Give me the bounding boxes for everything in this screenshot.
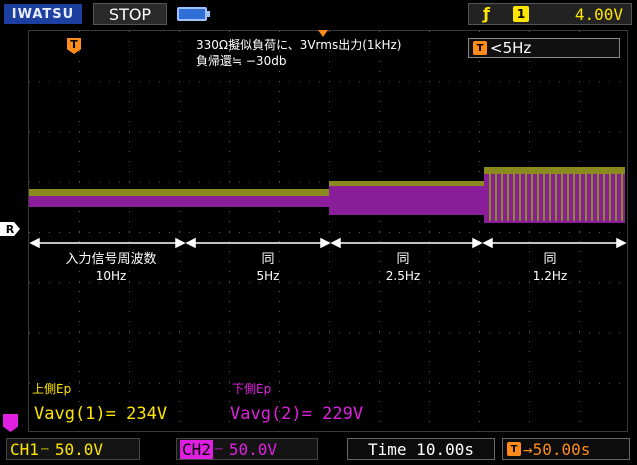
arrow-right-icon <box>175 237 186 249</box>
ch1-trace-burst <box>561 171 563 221</box>
rising-edge-icon: ƒ <box>483 4 490 23</box>
segment-label-2: 同 5Hz <box>228 252 308 284</box>
annotation-line-2: 負帰還≒ −30db <box>196 54 287 68</box>
segment-title: 同 <box>261 252 275 267</box>
trigger-level: 4.00V <box>574 5 623 24</box>
ch1-trace <box>29 189 329 197</box>
ch1-trace-burst <box>531 171 533 221</box>
annotation-line-1: 330Ω擬似負荷に、3Vrms出力(1kHz) <box>196 38 402 52</box>
segment-label-1: 入力信号周波数 10Hz <box>52 252 170 284</box>
ch2-scale-box[interactable]: CH2 ⎓ 50.0V <box>176 438 318 460</box>
ch1-trace-burst <box>501 171 503 221</box>
segment-frequency: 5Hz <box>256 269 280 283</box>
ch1-trace-burst <box>579 171 581 221</box>
arrow-left-icon <box>29 237 40 249</box>
waveform-display[interactable] <box>28 30 628 432</box>
arrow-right-icon <box>616 237 627 249</box>
ch1-scale-box[interactable]: CH1 ⎓ 50.0V <box>6 438 140 460</box>
ch2-label: CH2 <box>180 439 213 459</box>
ch2-trace <box>329 186 484 215</box>
run-stop-indicator[interactable]: STOP <box>93 3 167 25</box>
ch1-trace-burst <box>621 171 623 221</box>
upper-ep-label: 上側Ep <box>32 382 72 396</box>
dc-coupling-icon: ⎓ <box>214 443 223 455</box>
vavg-ch1-readout: Vavg(1)= 234V <box>34 404 168 424</box>
arrow-left-icon <box>185 237 196 249</box>
segment-frequency: 2.5Hz <box>385 269 421 283</box>
trigger-source: 1 <box>513 6 529 22</box>
segment-title: 同 <box>396 252 410 267</box>
ch1-trace-burst <box>591 171 593 221</box>
ch1-trace-burst <box>609 171 611 221</box>
ch2-ground-marker[interactable] <box>3 414 18 432</box>
ch1-trace-burst <box>615 171 617 221</box>
reference-marker[interactable]: R <box>0 222 20 236</box>
trigger-icon: T <box>507 442 521 456</box>
ch1-trace-burst <box>549 171 551 221</box>
ch1-trace-burst <box>555 171 557 221</box>
top-status-bar: IWATSU STOP ƒ 1 4.00V <box>0 0 637 30</box>
arrow-right-icon <box>472 237 483 249</box>
ch2-scale: 50.0V <box>228 439 278 459</box>
bottom-status-bar: CH1 ⎓ 50.0V CH2 ⎓ 50.0V Time 10.00s T → … <box>0 435 637 465</box>
lower-ep-label: 下側Ep <box>232 382 272 396</box>
ch1-scale: 50.0V <box>54 439 104 459</box>
segment-label-4: 同 1.2Hz <box>510 252 590 284</box>
arrow-left-icon <box>482 237 493 249</box>
arrow-left-icon <box>330 237 341 249</box>
vavg-ch2-readout: Vavg(2)= 229V <box>230 404 364 424</box>
segment-title: 入力信号周波数 <box>65 252 157 267</box>
dc-coupling-icon: ⎓ <box>40 443 49 455</box>
ch1-trace-burst <box>567 171 569 221</box>
horizontal-position-readout[interactable]: T → 50.00s <box>502 438 630 460</box>
trigger-frequency-readout: T <5Hz <box>468 38 620 58</box>
ch1-trace-burst <box>519 171 521 221</box>
ch1-trace-burst <box>489 171 491 221</box>
ch1-trace-burst <box>507 171 509 221</box>
ch2-trace <box>29 196 329 207</box>
trigger-status[interactable]: ƒ 1 4.00V <box>468 3 632 25</box>
brand-logo: IWATSU <box>4 4 82 24</box>
right-arrow-icon: → <box>523 439 533 459</box>
ch1-trace-burst <box>603 171 605 221</box>
annotation-text: 330Ω擬似負荷に、3Vrms出力(1kHz) 負帰還≒ −30db <box>196 37 402 69</box>
ch1-label: CH1 <box>10 439 39 459</box>
segment-title: 同 <box>543 252 557 267</box>
horizontal-position-value: 50.00s <box>532 439 591 459</box>
ch1-trace-burst <box>543 171 545 221</box>
trigger-center-marker <box>318 30 328 37</box>
ch1-trace-burst <box>525 171 527 221</box>
segment-frequency: 1.2Hz <box>532 269 568 283</box>
arrow-right-icon <box>320 237 331 249</box>
ch1-trace-burst <box>573 171 575 221</box>
ch1-trace-burst <box>537 171 539 221</box>
timebase-readout[interactable]: Time 10.00s <box>347 438 495 460</box>
segment-label-3: 同 2.5Hz <box>363 252 443 284</box>
ch1-trace-burst <box>513 171 515 221</box>
ch1-trace-burst <box>585 171 587 221</box>
graticule <box>29 31 627 432</box>
ch1-trace-burst <box>495 171 497 221</box>
trigger-icon: T <box>473 41 487 55</box>
ch1-trace-burst <box>597 171 599 221</box>
trigger-frequency-value: <5Hz <box>490 39 532 57</box>
battery-icon <box>177 7 210 21</box>
segment-frequency: 10Hz <box>95 269 127 283</box>
